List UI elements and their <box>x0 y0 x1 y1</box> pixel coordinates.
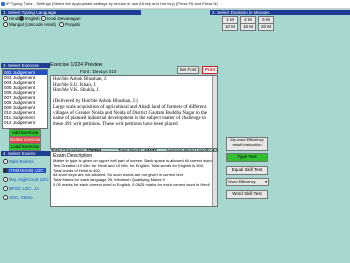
font-label: Font : DevLys 010 <box>80 69 117 74</box>
exam-description-scrollbar[interactable] <box>212 152 217 206</box>
exercise-list[interactable]: 002 Judgement 003 Judgement 004 Judgemen… <box>2 69 48 129</box>
exam-itm-hsssb-radio[interactable]: ITM/HSSSB LDC <box>3 168 46 174</box>
language-panel: Hindi English Kruti Devanagari Mangal (U… <box>1 16 139 28</box>
preview-scrollbar[interactable] <box>212 76 217 148</box>
title-bar: IP Typing Tutor - Settings (Select the A… <box>0 0 350 9</box>
lang-punjabi-radio[interactable]: Punjabi <box>59 22 80 28</box>
duration-20m-button[interactable]: 20 M <box>258 23 274 31</box>
duration-10m-button[interactable]: 10 M <box>222 23 238 31</box>
print-button[interactable]: Print <box>202 66 218 74</box>
preview-text-area: Hon'ble Ashok Bhushan, J. Hon'ble S.U. K… <box>50 75 218 149</box>
exam-description-text: Matter to type is given on upper half pa… <box>53 158 212 187</box>
app-icon <box>1 1 5 6</box>
window-title: IP Typing Tutor - Settings (Select the A… <box>6 1 218 6</box>
word-efficiency-select[interactable]: Word Efficiency ▾ <box>226 178 269 186</box>
exam-description-panel: Exam Description Matter to type is given… <box>50 151 218 207</box>
list-item[interactable]: 012 Judgement <box>3 120 47 125</box>
preview-text: Hon'ble Ashok Bhushan, J. Hon'ble S.U. K… <box>53 77 208 127</box>
set-font-button[interactable]: Set Font <box>177 66 199 74</box>
equal-skill-test-button[interactable]: Equal Skill Test <box>226 166 268 175</box>
exam-mpsi-radio[interactable]: Mpsi Exams <box>3 159 34 165</box>
preview-title: Exercise 1/224 Preview <box>50 62 103 68</box>
settings-content: 1. Select Typing Language Hindi English … <box>0 9 350 263</box>
section-exams-header: 4. Select Exams <box>1 151 50 156</box>
section-exercise-header: 3. Select Exercise <box>1 63 50 68</box>
lang-english-radio[interactable]: English <box>19 16 40 22</box>
lang-hindi-radio[interactable]: Hindi <box>3 16 19 22</box>
lang-kruti-radio[interactable]: Kruti Devanagari <box>41 16 81 22</box>
window: IP Typing Tutor - Settings (Select the A… <box>0 0 350 263</box>
load-exercise-button[interactable]: Load Exercise <box>9 143 41 151</box>
word-skill-test-button[interactable]: Word Skill Test <box>226 190 268 199</box>
lang-mangal-radio[interactable]: Mangal (Unicode Hindi) <box>3 22 56 28</box>
exam-bpsc-radio[interactable]: BPSC LDC, JA <box>3 186 39 192</box>
section-duration-header: 2. Select Duration in Minutes <box>210 10 350 15</box>
type-test-button[interactable]: Type Test <box>226 153 268 162</box>
exam-ssc-steno-radio[interactable]: SSC, Steno <box>3 195 33 201</box>
word-efficiency-instruction-button[interactable]: My word Efficiency result instruction <box>226 137 268 151</box>
exam-raj-highcourt-radio[interactable]: Raj. HighCourt LDC <box>3 177 49 183</box>
duration-15m-button[interactable]: 15 M <box>240 23 256 31</box>
section-language-header: 1. Select Typing Language <box>1 10 141 15</box>
